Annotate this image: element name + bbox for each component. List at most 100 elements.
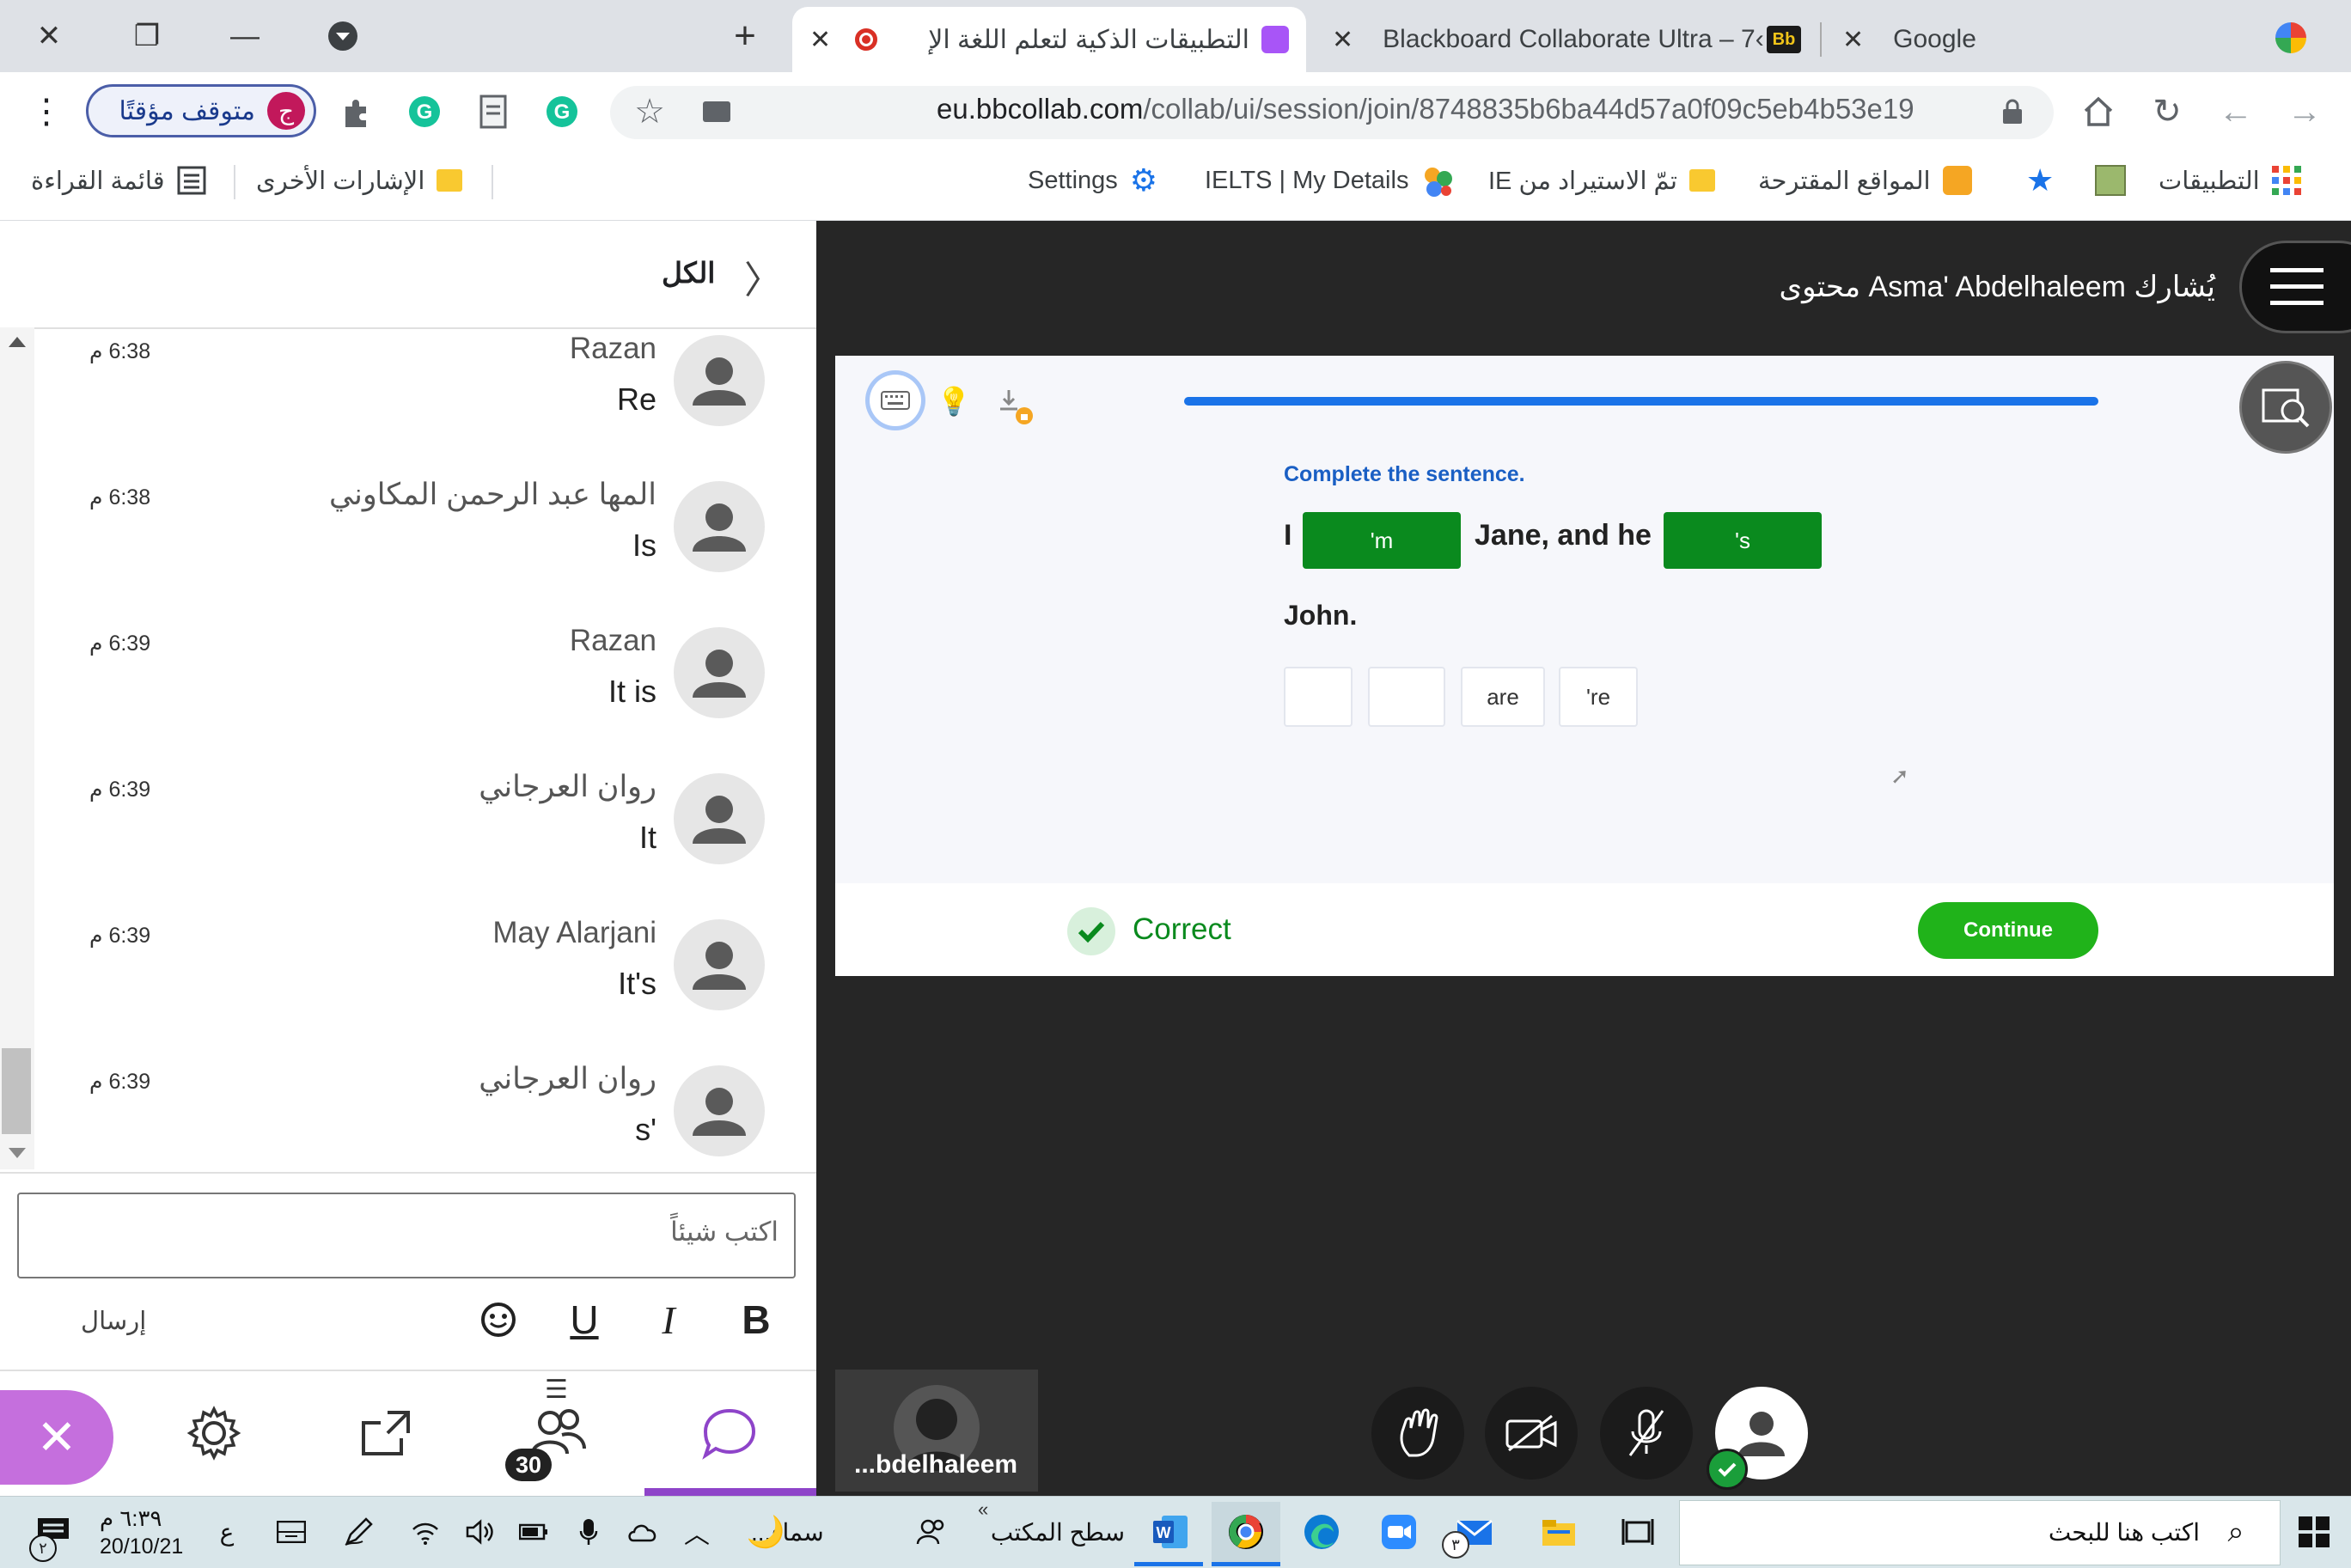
avatar: ج [267, 92, 305, 130]
microphone-tray-icon[interactable] [567, 1504, 610, 1560]
chevron-double-icon[interactable]: « [978, 1498, 988, 1521]
minimize-window-icon[interactable]: — [215, 9, 275, 64]
volume-icon[interactable] [459, 1504, 502, 1560]
lock-icon[interactable] [1988, 88, 2037, 136]
result-label: Correct [1133, 912, 1231, 946]
message-text: It is [608, 674, 656, 709]
reload-icon[interactable]: ↻ [2143, 88, 2191, 136]
bookmark-suggested[interactable]: المواقع المقترحة [1758, 160, 1972, 201]
bookmark-ielts[interactable]: IELTS | My Details [1205, 160, 1455, 201]
camera-off-icon[interactable] [1485, 1387, 1578, 1480]
chat-header-title: الكل [662, 257, 716, 289]
windows-start-icon[interactable] [2284, 1504, 2344, 1560]
grammarly-green-icon[interactable]: G [538, 88, 586, 136]
bookmark-other[interactable]: الإشارات الأخرى [256, 160, 463, 201]
desktop-toolbar-label[interactable]: سطح المكتب [985, 1504, 1131, 1560]
search-icon: ⌕ [2227, 1515, 2244, 1548]
restore-window-icon[interactable]: ❐ [117, 9, 177, 64]
chat-message: المها عبد الرحمن المكاوني Is 6:38 م [0, 473, 799, 619]
tab-search-icon[interactable] [313, 9, 373, 64]
word-app-icon[interactable]: W [1143, 1504, 1198, 1560]
presenter-name: ...bdelhaleem [854, 1450, 1018, 1479]
message-time: 6:39 م [89, 1070, 151, 1094]
message-time: 6:39 م [89, 778, 151, 802]
chat-icon[interactable] [665, 1375, 794, 1492]
send-button[interactable]: إرسال [81, 1306, 146, 1336]
pen-icon[interactable] [337, 1504, 380, 1560]
tab-title: التطبيقات الذكية لتعلم اللغة الإ [928, 25, 1249, 54]
zoom-app-icon[interactable] [1371, 1504, 1426, 1560]
tab-active[interactable]: التطبيقات الذكية لتعلم اللغة الإ ✕ [792, 7, 1306, 72]
progress-track [1184, 397, 2098, 406]
close-window-icon[interactable]: ✕ [19, 9, 79, 64]
bookmark-imported-ie[interactable]: تمّ الاستيراد من IE [1488, 160, 1715, 201]
bookmark-settings[interactable]: Settings ⚙ [1028, 160, 1157, 201]
file-explorer-icon[interactable] [1531, 1504, 1586, 1560]
close-panel-button[interactable]: ✕ [0, 1390, 113, 1485]
download-locked-icon[interactable] [997, 387, 1036, 426]
close-tab-icon[interactable]: ✕ [1315, 25, 1371, 55]
task-view-icon[interactable] [1610, 1504, 1665, 1560]
cast-icon[interactable] [693, 88, 741, 136]
option-empty-2[interactable] [1368, 667, 1445, 727]
answer-slot-2[interactable]: 's [1664, 512, 1822, 569]
bookmark-star-icon[interactable]: ☆ [626, 88, 674, 136]
close-tab-icon[interactable]: ✕ [1825, 25, 1881, 55]
document-extension-icon[interactable] [469, 88, 517, 136]
forward-arrow-icon[interactable]: → [2281, 88, 2329, 136]
clock-date[interactable]: 20/10/21 [100, 1534, 183, 1559]
settings-gear-icon[interactable] [150, 1375, 278, 1492]
italic-icon[interactable]: I [643, 1294, 694, 1345]
people-icon[interactable] [906, 1504, 957, 1560]
close-tab-icon[interactable]: ✕ [792, 25, 848, 55]
input-language-indicator[interactable]: ع [210, 1504, 244, 1560]
battery-icon [512, 1504, 555, 1560]
url-text[interactable]: eu.bbcollab.com/collab/ui/session/join/8… [937, 93, 1914, 125]
wifi-icon[interactable] [404, 1504, 447, 1560]
bookmark-label: الإشارات الأخرى [256, 167, 425, 195]
bold-icon[interactable]: B [730, 1294, 782, 1345]
underline-icon[interactable]: U [559, 1294, 610, 1345]
chat-message: May Alarjani It's 6:39 م [0, 911, 799, 1057]
content-zoom-icon[interactable] [2239, 361, 2332, 454]
message-text: Is [632, 528, 656, 563]
raise-hand-icon[interactable] [1371, 1387, 1464, 1480]
message-time: 6:39 م [89, 924, 151, 948]
touch-keyboard-icon[interactable] [270, 1504, 313, 1560]
emoji-icon[interactable] [473, 1294, 524, 1345]
tab-blackboard[interactable]: ✕ Blackboard Collaborate Ultra – 7‹ Bb [1315, 7, 1813, 72]
hamburger-menu-icon[interactable] [2270, 268, 2324, 306]
tab-google[interactable]: ✕ Google [1825, 7, 2324, 72]
bookmark-apps[interactable]: التطبيقات [2159, 160, 2301, 201]
option-re[interactable]: 're [1559, 667, 1638, 727]
bookmark-label: التطبيقات [2159, 167, 2260, 195]
edge-browser-icon[interactable] [1294, 1504, 1349, 1560]
star-icon[interactable]: ★ [2026, 160, 2054, 201]
clock-time[interactable]: ٦:٣٩ م [100, 1505, 162, 1532]
back-arrow-icon[interactable]: ← [2212, 88, 2260, 136]
reading-list-button[interactable]: قائمة القراءة [31, 160, 206, 201]
hint-lightbulb-icon[interactable]: 💡 [937, 385, 971, 418]
share-content-icon[interactable] [321, 1375, 450, 1492]
extensions-puzzle-icon[interactable] [332, 88, 380, 136]
folder-icon [1688, 169, 1715, 192]
option-are[interactable]: are [1461, 667, 1545, 727]
profile-button[interactable]: متوقف مؤقتًا ج [86, 84, 316, 137]
chevron-up-icon[interactable]: ︿ [675, 1504, 718, 1560]
chevron-right-icon[interactable]: 〉 [744, 249, 782, 304]
gear-icon: ⚙ [1129, 162, 1158, 198]
chrome-browser-icon[interactable] [1218, 1504, 1273, 1560]
bookmark-image-icon[interactable] [2095, 160, 2126, 201]
keyboard-icon[interactable] [870, 375, 921, 426]
menu-dots-icon[interactable]: ⋮ [22, 88, 70, 136]
microphone-off-icon[interactable] [1600, 1387, 1693, 1480]
continue-button[interactable]: Continue [1918, 902, 2098, 959]
word-active-indicator [1134, 1562, 1203, 1566]
grammarly-icon[interactable]: G [400, 88, 449, 136]
new-tab-button[interactable]: + [715, 9, 775, 64]
option-empty-1[interactable] [1284, 667, 1353, 727]
onedrive-cloud-icon[interactable] [620, 1504, 663, 1560]
chat-divider [0, 1172, 816, 1174]
home-icon[interactable] [2074, 88, 2122, 136]
answer-slot-1[interactable]: 'm [1303, 512, 1461, 569]
